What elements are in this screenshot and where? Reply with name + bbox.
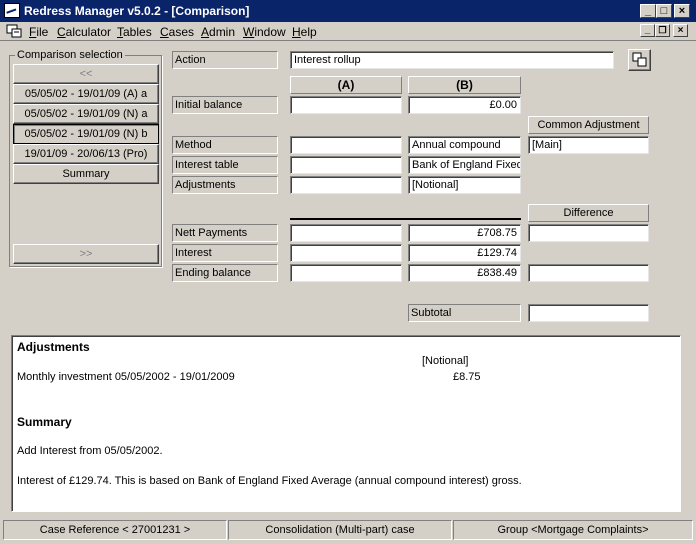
menu-help[interactable]: Help [292,25,317,39]
selection-item-summary[interactable]: Summary [13,164,159,184]
interest-table-a-field[interactable] [290,156,402,174]
close-button[interactable]: × [674,4,690,18]
difference-header: Difference [528,204,649,222]
interest-b-field[interactable]: £129.74 [408,244,521,262]
report-monthly-investment-value: £8.75 [453,371,481,383]
menu-admin[interactable]: Admin [201,25,235,39]
menu-calculator[interactable]: Calculator [57,25,111,39]
title-bar: Redress Manager v5.0.2 - [Comparison] _ … [0,0,696,22]
status-case-reference: Case Reference < 27001231 > [3,520,227,540]
method-common-field[interactable]: [Main] [528,136,649,154]
report-monthly-investment-label: Monthly investment 05/05/2002 - 19/01/20… [17,371,235,383]
selection-item-3-selected[interactable]: 05/05/02 - 19/01/09 (N) b [13,124,159,144]
status-bar: Case Reference < 27001231 > Consolidatio… [0,518,696,544]
maximize-button[interactable]: □ [656,4,672,18]
interest-a-field[interactable] [290,244,402,262]
menu-window[interactable]: Window [243,25,286,39]
interest-label: Interest [172,244,278,262]
report-notional-header: [Notional] [422,355,469,367]
nett-payments-label: Nett Payments [172,224,278,242]
selection-item-4[interactable]: 19/01/09 - 20/06/13 (Pro) [13,144,159,164]
report-summary-line-2: Interest of £129.74. This is based on Ba… [17,475,522,487]
menu-file[interactable]: File [29,25,48,39]
nett-payments-b-field[interactable]: £708.75 [408,224,521,242]
initial-balance-label: Initial balance [172,96,278,114]
column-b-header: (B) [408,76,521,94]
selection-item-1[interactable]: 05/05/02 - 19/01/09 (A) a [13,84,159,104]
ending-balance-b-field[interactable]: £838.49 [408,264,521,282]
window-title: Redress Manager v5.0.2 - [Comparison] [24,4,250,18]
copy-icon [632,52,647,67]
ending-balance-a-field[interactable] [290,264,402,282]
report-summary-heading: Summary [17,415,72,429]
menu-bar: File Calculator Tables Cases Admin Windo… [0,22,696,41]
report-panel[interactable]: Adjustments [Notional] Monthly investmen… [11,335,681,512]
menu-cases[interactable]: Cases [160,25,194,39]
copy-button[interactable] [628,49,651,71]
selection-item-2[interactable]: 05/05/02 - 19/01/09 (N) a [13,104,159,124]
document-icon[interactable] [6,24,22,38]
column-a-header: (A) [290,76,402,94]
prev-button[interactable]: << [13,64,159,84]
subtotal-field[interactable] [528,304,649,322]
adjustments-label: Adjustments [172,176,278,194]
mdi-restore-button[interactable]: ❐ [655,24,670,37]
ending-balance-label: Ending balance [172,264,278,282]
report-adjustments-heading: Adjustments [17,340,90,354]
status-group: Group <Mortgage Complaints> [453,520,693,540]
status-consolidation: Consolidation (Multi-part) case [228,520,452,540]
initial-balance-b-field[interactable]: £0.00 [408,96,521,114]
subtotal-label: Subtotal [408,304,521,322]
comparison-selection-label: Comparison selection [15,49,125,61]
action-field[interactable]: Interest rollup [290,51,614,69]
action-label: Action [172,51,278,69]
common-adjustment-header: Common Adjustment [528,116,649,134]
initial-balance-a-field[interactable] [290,96,402,114]
nett-payments-a-field[interactable] [290,224,402,242]
nett-payments-difference-field[interactable] [528,224,649,242]
mdi-close-button[interactable]: × [673,24,688,37]
report-summary-line-1: Add Interest from 05/05/2002. [17,445,163,457]
mdi-minimize-button[interactable]: _ [640,24,655,37]
adjustments-b-field[interactable]: [Notional] [408,176,521,194]
next-button[interactable]: >> [13,244,159,264]
minimize-button[interactable]: _ [640,4,656,18]
ending-balance-difference-field[interactable] [528,264,649,282]
interest-table-b-field[interactable]: Bank of England Fixed [408,156,521,174]
adjustments-a-field[interactable] [290,176,402,194]
column-divider-line [290,218,521,220]
method-label: Method [172,136,278,154]
method-b-field[interactable]: Annual compound [408,136,521,154]
app-icon [4,3,20,18]
method-a-field[interactable] [290,136,402,154]
interest-table-label: Interest table [172,156,278,174]
menu-tables[interactable]: Tables [117,25,152,39]
